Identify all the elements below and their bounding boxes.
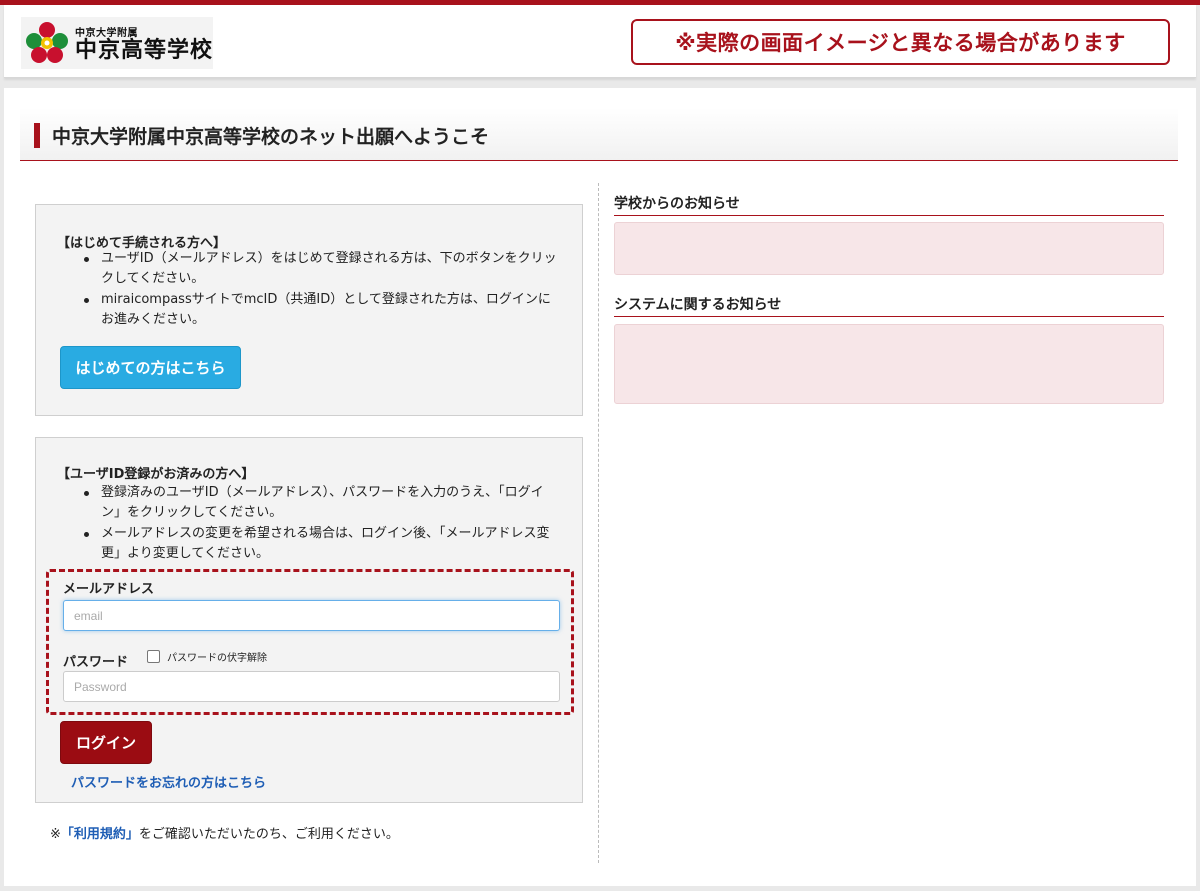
first-time-bullets: ユーザID（メールアドレス）をはじめて登録される方は、下のボタンをクリックしてく… (82, 249, 562, 331)
forgot-password-link[interactable]: パスワードをお忘れの方はこちら (71, 772, 266, 791)
system-news-heading: システムに関するお知らせ (614, 294, 1164, 317)
login-form-highlight: メールアドレス パスワード パスワードの伏字解除 (46, 569, 574, 715)
email-label: メールアドレス (63, 582, 155, 597)
logo-small-text: 中京大学附属 (75, 27, 138, 39)
password-label: パスワード (63, 655, 129, 670)
school-emblem-icon (26, 22, 68, 63)
page-title-bar: 中京大学附属中京高等学校のネット出願へようこそ (20, 108, 1178, 161)
site-header: 中京大学附属 中京高等学校 ※実際の画面イメージと異なる場合があります (4, 5, 1196, 78)
list-item: miraicompassサイトでmcID（共通ID）として登録された方は、ログイ… (82, 290, 562, 330)
column-divider (598, 183, 599, 863)
password-input[interactable] (63, 671, 560, 702)
logo-main-text: 中京高等学校 (75, 37, 214, 63)
registered-heading: 【ユーザID登録がお済みの方へ】 (57, 467, 255, 482)
show-password-checkbox[interactable] (147, 650, 160, 663)
first-time-panel: 【はじめて手続される方へ】 ユーザID（メールアドレス）をはじめて登録される方は… (35, 204, 583, 416)
terms-link[interactable]: 「利用規約」 (61, 827, 139, 842)
registered-bullets: 登録済みのユーザID（メールアドレス）、パスワードを入力のうえ、「ログイン」をク… (82, 483, 562, 565)
school-news-box (614, 222, 1164, 275)
registered-user-panel: 【ユーザID登録がお済みの方へ】 登録済みのユーザID（メールアドレス）、パスワ… (35, 437, 583, 803)
screen-image-notice: ※実際の画面イメージと異なる場合があります (631, 19, 1170, 65)
main-content: 中京大学附属中京高等学校のネット出願へようこそ 【はじめて手続される方へ】 ユー… (4, 88, 1196, 886)
terms-prefix: ※ (50, 827, 61, 842)
list-item: メールアドレスの変更を希望される場合は、ログイン後、「メールアドレス変更」より変… (82, 524, 562, 564)
login-button[interactable]: ログイン (60, 721, 152, 764)
school-logo[interactable]: 中京大学附属 中京高等学校 (21, 17, 213, 69)
school-news-heading: 学校からのお知らせ (614, 193, 1164, 216)
page-title: 中京大学附属中京高等学校のネット出願へようこそ (52, 126, 490, 148)
list-item: ユーザID（メールアドレス）をはじめて登録される方は、下のボタンをクリックしてく… (82, 249, 562, 289)
first-time-register-button[interactable]: はじめての方はこちら (60, 346, 241, 389)
title-accent-mark (34, 123, 40, 148)
terms-notice: ※「利用規約」をご確認いただいたのち、ご利用ください。 (50, 823, 399, 842)
list-item: 登録済みのユーザID（メールアドレス）、パスワードを入力のうえ、「ログイン」をク… (82, 483, 562, 523)
system-news-box (614, 324, 1164, 404)
show-password-label[interactable]: パスワードの伏字解除 (167, 649, 267, 664)
terms-suffix: をご確認いただいたのち、ご利用ください。 (138, 827, 399, 842)
email-input[interactable] (63, 600, 560, 631)
